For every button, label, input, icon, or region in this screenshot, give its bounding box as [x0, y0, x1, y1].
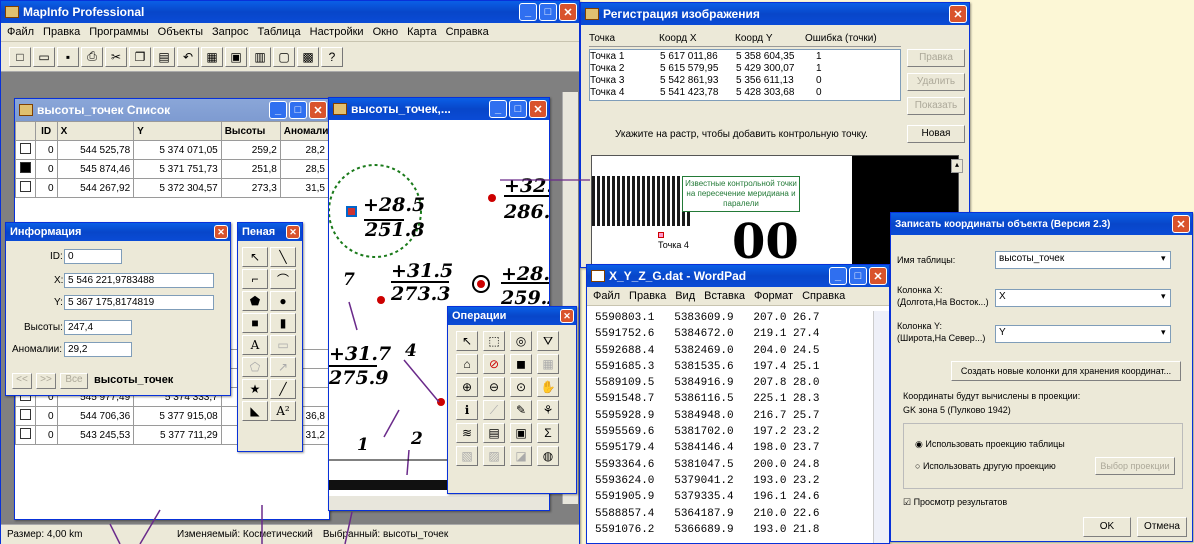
annotation-arrow [344, 511, 353, 544]
annotation-arrow [109, 523, 121, 544]
annotation-arrow [139, 509, 161, 544]
annotation-arrows [109, 179, 590, 544]
